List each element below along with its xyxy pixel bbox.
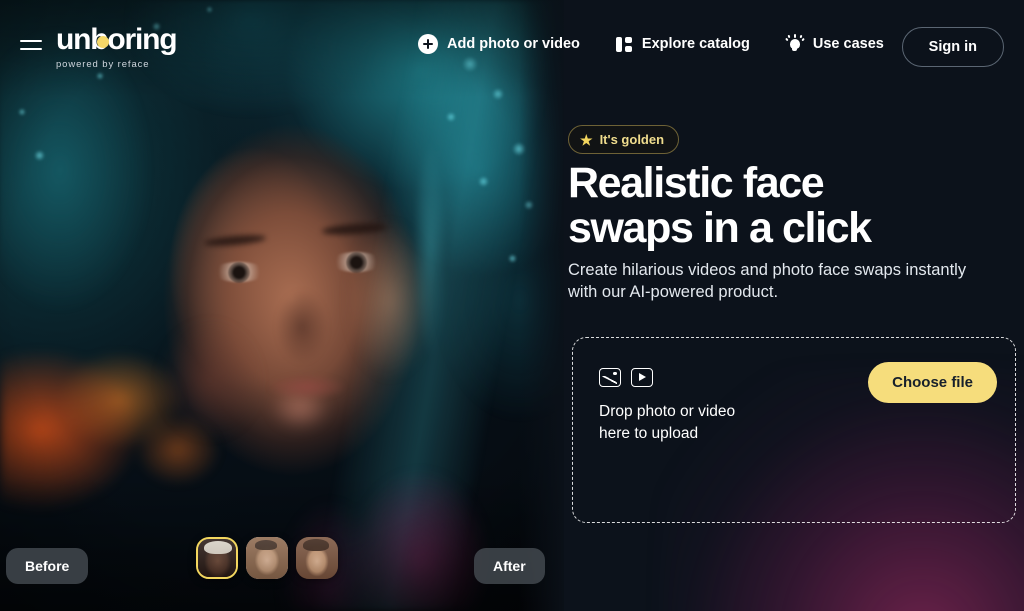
face-thumbnail-3[interactable]: [296, 537, 338, 579]
dropzone-instruction: Drop photo or video here to upload: [599, 401, 735, 445]
lightbulb-icon: [785, 34, 805, 53]
brand-name: unboring: [56, 23, 178, 56]
badge-label: It's golden: [599, 132, 665, 147]
nav-item-use-cases[interactable]: Use cases: [785, 34, 884, 53]
nav-item-add-photo-or-video[interactable]: Add photo or video: [418, 34, 580, 54]
top-navigation-bar: unboring powered by reface Add photo or …: [0, 0, 1024, 92]
brand-dot-accent: [97, 36, 109, 48]
star-icon: ★: [580, 131, 593, 148]
nav-label-explore-catalog: Explore catalog: [641, 36, 750, 52]
video-icon: [631, 368, 653, 387]
dropzone-text-line-2: here to upload: [599, 425, 699, 443]
main-nav: Add photo or video Explore catalog Use c…: [418, 34, 884, 54]
menu-line-1: [20, 40, 42, 42]
plus-circle-icon: [418, 34, 438, 54]
dropzone-text-line-1: Drop photo or video: [599, 403, 736, 420]
choose-file-button[interactable]: Choose file: [868, 362, 997, 403]
file-dropzone[interactable]: Drop photo or video here to upload Choos…: [572, 337, 1016, 523]
face-thumbnail-2[interactable]: [246, 537, 288, 579]
headline-line-2: swaps in a click: [568, 204, 872, 253]
sign-in-button[interactable]: Sign in: [901, 27, 1004, 67]
dropzone-media-icons: [599, 368, 653, 387]
page-subtitle: Create hilarious videos and photo face s…: [568, 261, 967, 302]
hamburger-menu-icon[interactable]: [20, 34, 48, 56]
status-badge: ★ It's golden: [568, 125, 680, 154]
before-toggle-button[interactable]: Before: [6, 548, 89, 584]
headline-line-1: Realistic face: [568, 159, 825, 207]
brand-tagline: powered by reface: [56, 59, 150, 70]
brand-logo[interactable]: unboring powered by reface: [56, 23, 178, 71]
face-thumbnail-1[interactable]: [196, 537, 238, 579]
face-thumbnail-strip: [196, 537, 338, 579]
after-toggle-button[interactable]: After: [474, 548, 545, 584]
page-title: Realistic face swaps in a click: [568, 159, 988, 253]
image-icon: [599, 368, 621, 387]
nav-label-use-cases: Use cases: [812, 36, 884, 52]
nav-item-explore-catalog[interactable]: Explore catalog: [615, 36, 750, 53]
nav-label-add-photo: Add photo or video: [447, 36, 580, 52]
unboring-landing-page: unboring powered by reface Add photo or …: [0, 0, 1024, 611]
menu-line-2: [20, 48, 42, 50]
catalog-grid-icon: [615, 36, 633, 53]
